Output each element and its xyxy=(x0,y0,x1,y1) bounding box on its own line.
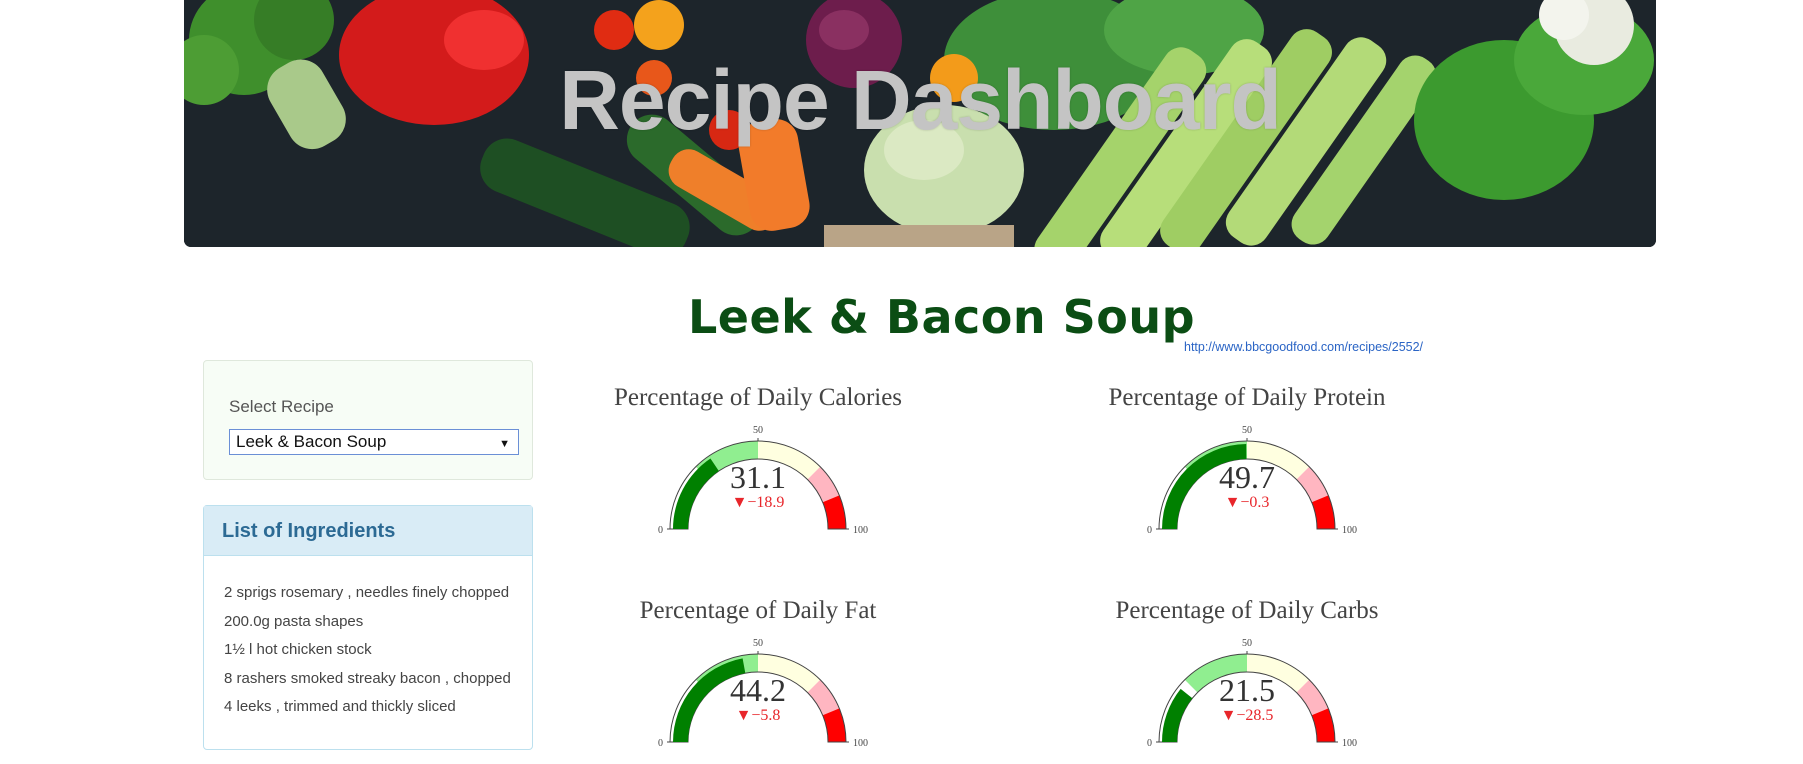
gauge-tick-label: 50 xyxy=(1242,425,1252,436)
recipe-title: Leek & Bacon Soup xyxy=(687,290,1196,344)
recipe-dropdown[interactable]: Leek & Bacon Soup ▼ xyxy=(229,429,519,455)
gauge-carbs: Percentage of Daily Carbs 0 50 100 21.5 ▼−… xyxy=(1067,597,1427,764)
gauge-calories: Percentage of Daily Calories 0 50 100 31.1… xyxy=(578,384,938,574)
ingredient-item: 1½ l hot chicken stock xyxy=(224,641,372,658)
page-title: Recipe Dashboard xyxy=(559,53,1282,147)
gauge-tick-label: 0 xyxy=(1147,525,1152,536)
gauge-tick-label: 100 xyxy=(1342,525,1357,536)
ingredient-item: 2 sprigs rosemary , needles finely chopp… xyxy=(224,584,510,601)
gauge-tick-label: 0 xyxy=(658,738,663,749)
select-recipe-panel: Select Recipe Leek & Bacon Soup ▼ xyxy=(203,360,533,480)
gauge-tick-label: 0 xyxy=(1147,738,1152,749)
recipe-dropdown-value: Leek & Bacon Soup xyxy=(236,432,387,451)
gauge-tick-label: 0 xyxy=(658,525,663,536)
ingredients-panel: List of Ingredients 2 sprigs rosemary , … xyxy=(203,505,533,750)
ingredients-title: List of Ingredients xyxy=(204,506,532,556)
gauge-tick-label: 50 xyxy=(753,425,763,436)
gauge-delta: ▼−18.9 xyxy=(731,494,785,511)
gauge-delta: ▼−0.3 xyxy=(1224,494,1270,511)
gauge-value: 31.1 xyxy=(730,459,786,495)
gauge-delta: ▼−5.8 xyxy=(735,707,781,724)
gauge-value: 49.7 xyxy=(1219,459,1275,495)
gauge-tick-label: 50 xyxy=(1242,638,1252,649)
gauge-tick-label: 50 xyxy=(753,638,763,649)
gauge-value: 21.5 xyxy=(1219,672,1275,708)
gauge-fat: Percentage of Daily Fat 0 50 100 44.2 ▼−5.… xyxy=(578,597,938,764)
ingredient-item: 8 rashers smoked streaky bacon , chopped xyxy=(224,669,511,687)
gauge-tick-label: 100 xyxy=(1342,738,1357,749)
gauge-value: 44.2 xyxy=(730,672,786,708)
gauge-tick-label: 100 xyxy=(853,738,868,749)
gauge-tick-label: 100 xyxy=(853,525,868,536)
dropdown-arrow-icon[interactable]: ▼ xyxy=(499,434,510,454)
select-recipe-label: Select Recipe xyxy=(229,397,334,416)
ingredient-item: 200.0g pasta shapes xyxy=(224,612,364,630)
recipe-source-link[interactable]: http://www.bbcgoodfood.com/recipes/2552/ xyxy=(1184,340,1423,354)
ingredient-item: 4 leeks , trimmed and thickly sliced xyxy=(224,698,456,715)
gauge-protein: Percentage of Daily Protein 0 50 100 49.7 … xyxy=(1067,384,1427,574)
gauge-delta: ▼−28.5 xyxy=(1220,707,1274,724)
ingredients-list: 2 sprigs rosemary , needles finely chopp… xyxy=(204,556,532,727)
header-banner: Recipe Dashboard xyxy=(184,0,1656,247)
